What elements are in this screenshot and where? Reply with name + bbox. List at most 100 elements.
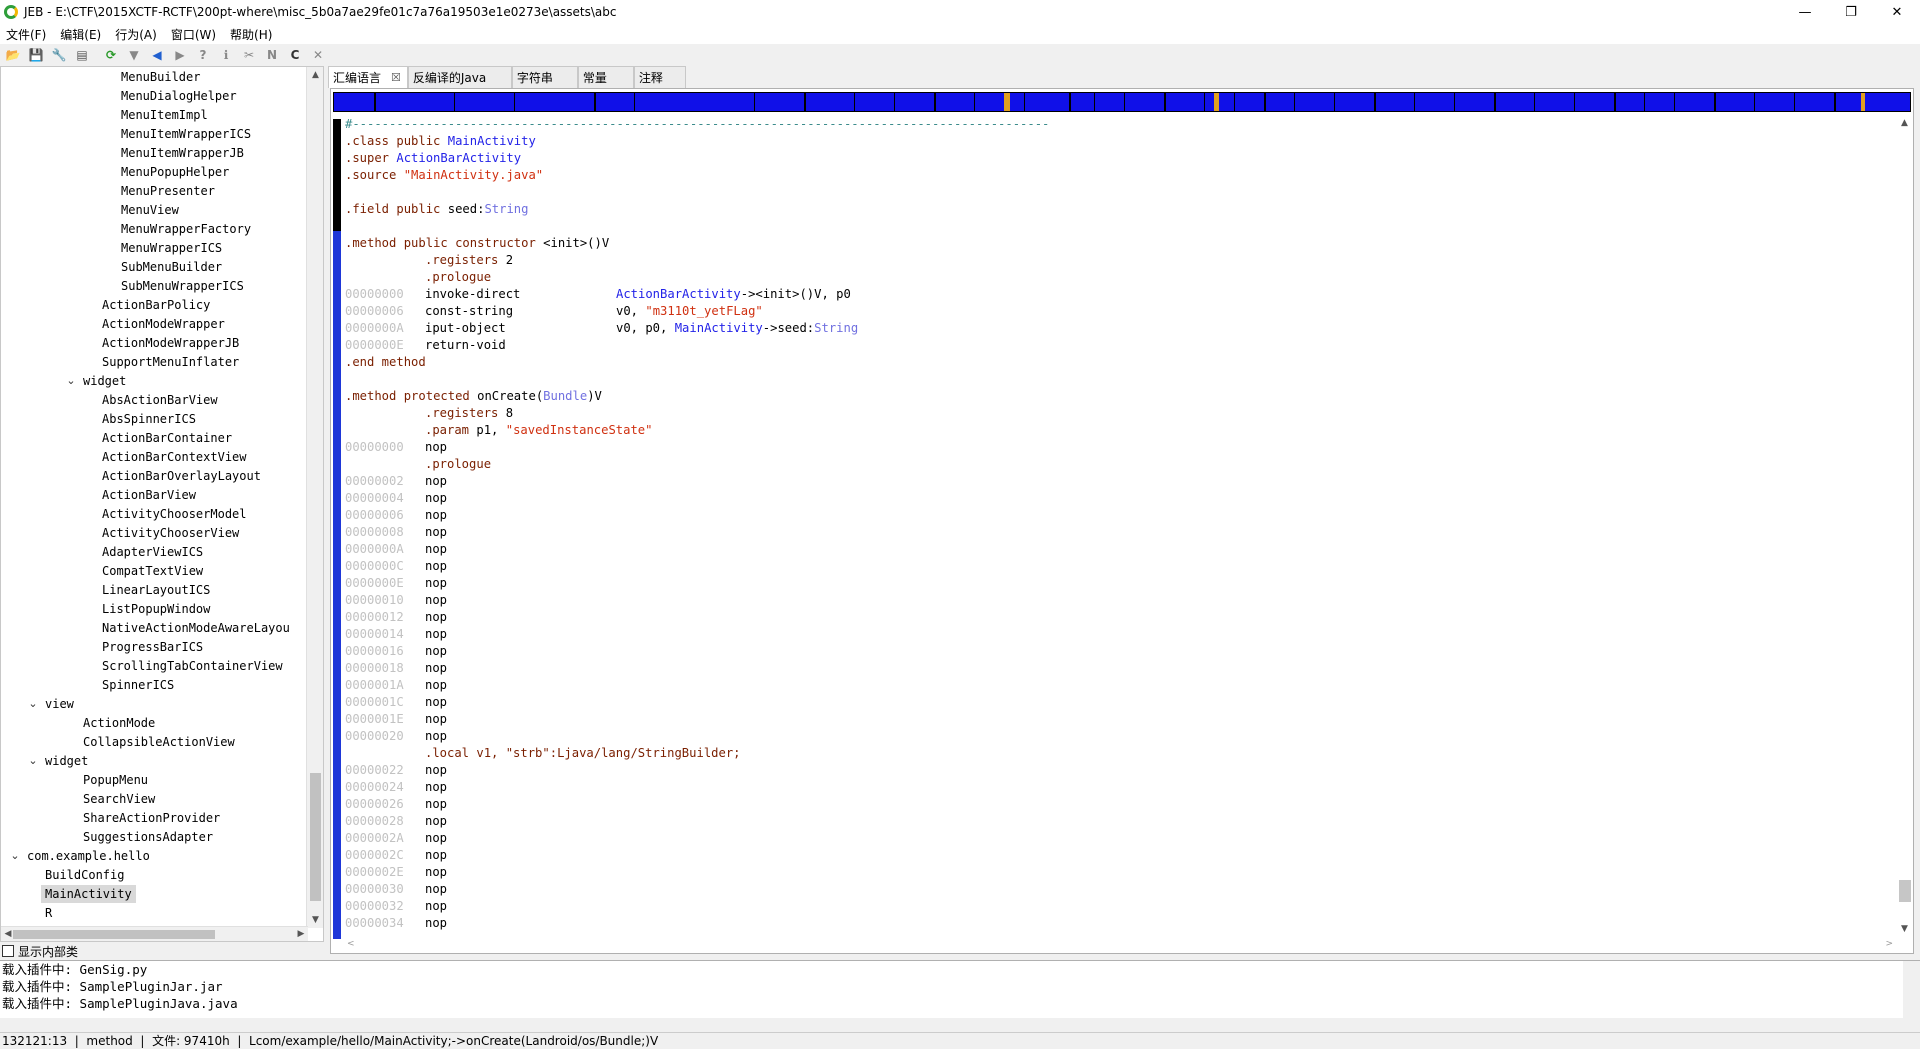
save-icon[interactable]: 💾 — [26, 46, 46, 64]
tree-class-node[interactable]: SubMenuWrapperICS — [1, 277, 307, 295]
tree-class-node[interactable]: ProgressBarICS — [1, 638, 307, 656]
tree-vertical-scrollbar[interactable]: ▲ ▼ — [306, 67, 323, 928]
tree-class-node[interactable]: SuggestionsAdapter — [1, 828, 307, 846]
info-icon[interactable]: ℹ — [216, 46, 236, 64]
properties-icon[interactable]: 🔧 — [49, 46, 69, 64]
tree-class-node[interactable]: MenuDialogHelper — [1, 87, 307, 105]
rename-icon[interactable]: N — [262, 46, 282, 64]
tree-class-node[interactable]: PopupMenu — [1, 771, 307, 789]
tree-class-node[interactable]: ActivityChooserView — [1, 524, 307, 542]
operand-class[interactable]: ActionBarActivity — [616, 287, 741, 301]
menu-file[interactable]: 文件(F) — [6, 26, 46, 43]
tree-scroll-thumb[interactable] — [310, 773, 321, 901]
tree-class-node[interactable]: AbsSpinnerICS — [1, 410, 307, 428]
tree-class-node[interactable]: ScrollingTabContainerView — [1, 657, 307, 675]
minimize-button[interactable]: — — [1782, 0, 1828, 24]
scroll-up-arrow-icon[interactable]: ▲ — [307, 67, 323, 83]
operand-string[interactable]: "m3110t_yetFLag" — [645, 304, 762, 318]
scroll-up-arrow-icon[interactable]: ▲ — [1896, 116, 1913, 130]
tree-class-node[interactable]: SearchView — [1, 790, 307, 808]
assembly-editor[interactable]: #---------------------------------------… — [330, 88, 1914, 954]
tree-package-node[interactable]: ⌄ widget — [1, 752, 307, 770]
tree-class-node[interactable]: MenuItemWrapperICS — [1, 125, 307, 143]
delete-icon[interactable]: ✕ — [308, 46, 328, 64]
open-folder-icon[interactable]: 📂 — [3, 46, 23, 64]
tree-class-node[interactable]: MenuWrapperFactory — [1, 220, 307, 238]
tree-class-node[interactable]: ActionBarContainer — [1, 429, 307, 447]
console-panel[interactable]: 载入插件中: GenSig.py 载入插件中: SamplePluginJar.… — [0, 960, 1920, 1033]
expand-chevron-icon[interactable]: ⌄ — [27, 752, 39, 770]
code-overview-bar[interactable] — [333, 92, 1911, 112]
tree-package-node[interactable]: ⌄ widget — [1, 372, 307, 390]
refresh-icon[interactable]: ⟳ — [101, 46, 121, 64]
tree-class-node[interactable]: BuildConfig — [1, 866, 307, 884]
show-inner-classes-option[interactable]: 显示内部类 — [0, 942, 324, 960]
maximize-button[interactable]: ❐ — [1828, 0, 1874, 24]
tree-class-node[interactable]: ListPopupWindow — [1, 600, 307, 618]
super-class-name[interactable]: ActionBarActivity — [396, 151, 521, 165]
close-button[interactable]: ✕ — [1874, 0, 1920, 24]
show-inner-classes-checkbox[interactable] — [2, 945, 14, 957]
tree-class-node[interactable]: AdapterViewICS — [1, 543, 307, 561]
tree-class-node[interactable]: MenuWrapperICS — [1, 239, 307, 257]
smali-code-view[interactable]: #---------------------------------------… — [345, 116, 1885, 936]
tree-class-node[interactable]: ActionMode — [1, 714, 307, 732]
xref-icon[interactable]: ✂ — [239, 46, 259, 64]
tab-assembly[interactable]: 汇编语言 ☒ — [328, 66, 408, 88]
tree-hscroll-thumb[interactable] — [13, 930, 215, 939]
tree-class-node[interactable]: ActionBarPolicy — [1, 296, 307, 314]
tree-class-node[interactable]: SpinnerICS — [1, 676, 307, 694]
tree-class-node[interactable]: MenuItemImpl — [1, 106, 307, 124]
tab-constants[interactable]: 常量 — [577, 66, 634, 88]
editor-scroll-thumb[interactable] — [1899, 880, 1911, 902]
method-signature[interactable]: <init>()V — [543, 236, 609, 250]
tree-class-node[interactable]: ActionBarContextView — [1, 448, 307, 466]
tree-class-node[interactable]: ActionModeWrapperJB — [1, 334, 307, 352]
tree-class-node[interactable]: MenuItemWrapperJB — [1, 144, 307, 162]
tree-class-node[interactable]: ActionModeWrapper — [1, 315, 307, 333]
tree-class-node[interactable]: LinearLayoutICS — [1, 581, 307, 599]
export-icon[interactable]: ▤ — [72, 46, 92, 64]
help-icon[interactable]: ? — [193, 46, 213, 64]
tree-class-node[interactable]: ShareActionProvider — [1, 809, 307, 827]
tree-class-node[interactable]: AbsActionBarView — [1, 391, 307, 409]
operand-type[interactable]: String — [814, 321, 858, 335]
tab-decompiled-java[interactable]: 反编译的Java — [407, 66, 512, 88]
tab-close-icon[interactable]: ☒ — [391, 68, 401, 88]
tree-class-node[interactable]: ActionBarOverlayLayout — [1, 467, 307, 485]
console-horizontal-scrollbar[interactable] — [0, 1018, 1903, 1032]
tree-class-node[interactable]: NativeActionModeAwareLayou — [1, 619, 307, 637]
expand-chevron-icon[interactable]: ⌄ — [65, 372, 77, 390]
tree-class-node[interactable]: MenuPresenter — [1, 182, 307, 200]
comment-icon[interactable]: C — [285, 46, 305, 64]
tab-comments[interactable]: 注释 — [633, 66, 686, 88]
scroll-right-arrow-icon[interactable]: > — [1885, 939, 1893, 949]
scroll-left-arrow-icon[interactable]: < — [347, 939, 355, 949]
field-type[interactable]: String — [484, 202, 528, 216]
editor-horizontal-scrollbar[interactable]: < > — [345, 939, 1895, 953]
tree-class-node[interactable]: R — [1, 904, 307, 922]
field-name[interactable]: seed: — [448, 202, 485, 216]
tree-class-node[interactable]: CompatTextView — [1, 562, 307, 580]
class-name[interactable]: MainActivity — [448, 134, 536, 148]
tree-horizontal-scrollbar[interactable]: ◀ ▶ — [1, 926, 308, 941]
tree-class-node[interactable]: CollapsibleActionView — [1, 733, 307, 751]
param-type[interactable]: Bundle — [543, 389, 587, 403]
scroll-down-arrow-icon[interactable]: ▼ — [1896, 922, 1913, 936]
tree-package-node[interactable]: ⌄ view — [1, 695, 307, 713]
editor-vertical-scrollbar[interactable]: ▲ ▼ — [1896, 116, 1913, 936]
tree-class-node[interactable]: MainActivity — [1, 885, 307, 903]
tree-class-node[interactable]: SupportMenuInflater — [1, 353, 307, 371]
forward-arrow-icon[interactable]: ▶ — [170, 46, 190, 64]
tree-class-node[interactable]: ActivityChooserModel — [1, 505, 307, 523]
tree-class-node[interactable]: SubMenuBuilder — [1, 258, 307, 276]
method-name[interactable]: onCreate — [477, 389, 536, 403]
tree-package-node[interactable]: ⌄ com.example.hello — [1, 847, 307, 865]
tree-class-node[interactable]: ActionBarView — [1, 486, 307, 504]
scroll-down-arrow-icon[interactable]: ▼ — [307, 912, 323, 928]
menu-window[interactable]: 窗口(W) — [171, 26, 216, 43]
operand-class[interactable]: MainActivity — [675, 321, 763, 335]
scroll-right-arrow-icon[interactable]: ▶ — [294, 927, 308, 941]
back-arrow-icon[interactable]: ◀ — [147, 46, 167, 64]
filter-icon[interactable]: ▼ — [124, 46, 144, 64]
